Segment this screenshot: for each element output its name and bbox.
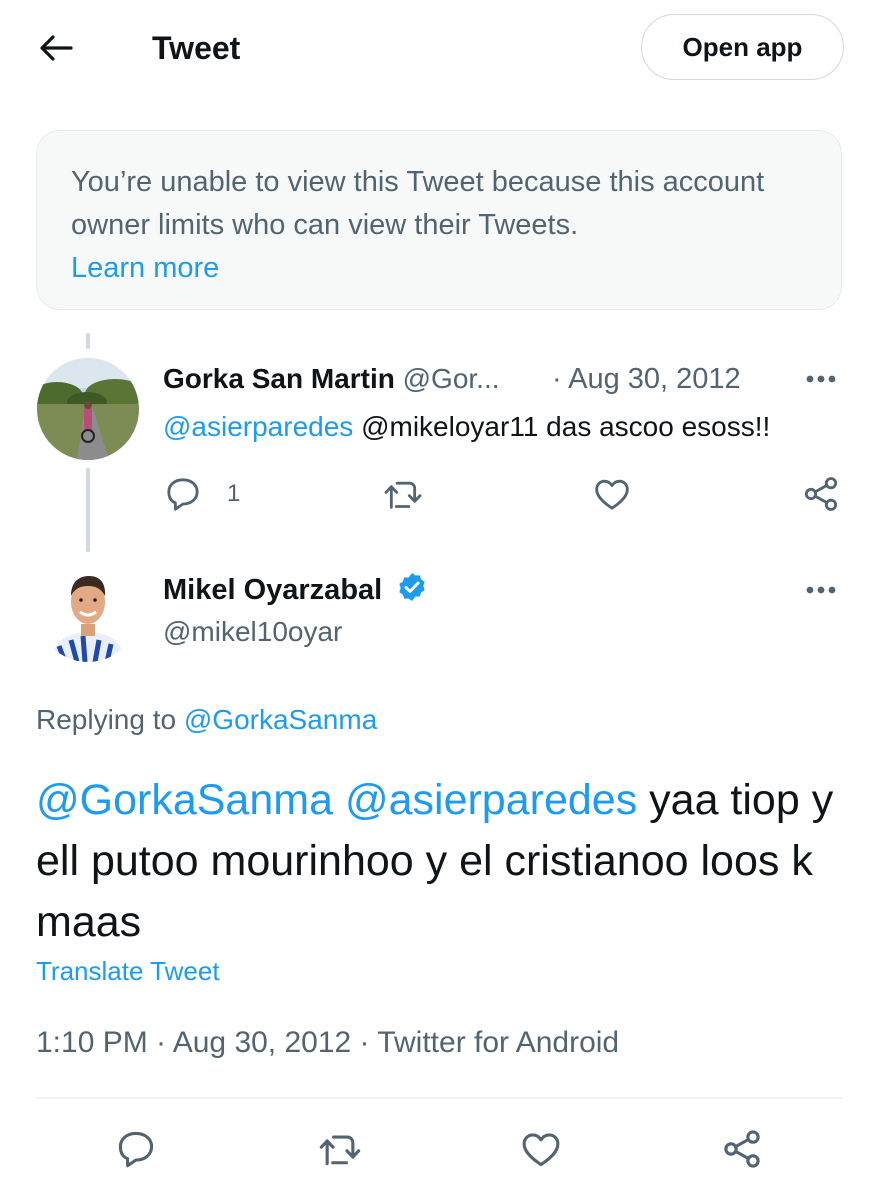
open-app-button[interactable]: Open app — [641, 14, 844, 80]
main-mention-1[interactable]: @GorkaSanma — [36, 776, 333, 824]
reply-author-name[interactable]: Gorka San Martin — [163, 363, 395, 394]
reply-retweet-button[interactable] — [383, 474, 423, 514]
divider — [36, 1097, 842, 1099]
reply-body: @mikeloyar11 das ascoo esoss!! — [353, 411, 771, 442]
main-retweet-button[interactable] — [318, 1127, 362, 1171]
reply-author-handle[interactable]: @Gor... — [403, 363, 500, 394]
replying-to-prefix: Replying to — [36, 704, 184, 735]
translate-tweet-link[interactable]: Translate Tweet — [36, 955, 220, 987]
main-mention-2[interactable]: @asierparedes — [345, 776, 637, 824]
learn-more-link[interactable]: Learn more — [71, 247, 807, 290]
verified-badge-icon — [396, 571, 428, 612]
main-author-row: Mikel Oyarzabal — [163, 571, 428, 612]
replying-to-handle[interactable]: @GorkaSanma — [184, 704, 377, 735]
reply-like-button[interactable] — [592, 474, 632, 514]
reply-more-button[interactable] — [801, 369, 841, 389]
avatar-mikel[interactable] — [37, 560, 139, 662]
main-reply-button[interactable] — [114, 1127, 158, 1171]
main-tweet-text: @GorkaSanma @asierparedes yaa tiop y ell… — [36, 770, 836, 953]
main-author-name[interactable]: Mikel Oyarzabal — [163, 574, 382, 606]
reply-mention[interactable]: @asierparedes — [163, 411, 353, 442]
top-bar: Tweet Open app — [0, 0, 877, 96]
comment-icon — [118, 1131, 154, 1168]
more-dots-icon — [806, 586, 836, 594]
avatar-gorka[interactable] — [37, 358, 139, 460]
heart-icon — [595, 479, 629, 510]
main-author-handle[interactable]: @mikel10oyar — [163, 615, 342, 649]
share-icon — [804, 477, 838, 511]
reply-count: 1 — [227, 480, 241, 507]
main-share-button[interactable] — [720, 1127, 764, 1171]
reply-tweet-date[interactable]: · Aug 30, 2012 — [552, 362, 741, 396]
tweet-timestamp[interactable]: 1:10 PM · Aug 30, 2012 · Twitter for And… — [36, 1024, 619, 1062]
thread-line-bottom — [86, 468, 90, 552]
retweet-icon — [384, 481, 422, 509]
more-dots-icon — [806, 375, 836, 383]
main-like-button[interactable] — [519, 1127, 563, 1171]
avatar-photo-icon — [37, 560, 139, 662]
page-title: Tweet — [152, 30, 241, 66]
replying-to: Replying to @GorkaSanma — [36, 702, 377, 738]
avatar-photo-icon — [37, 358, 139, 460]
back-arrow-icon — [40, 35, 73, 61]
comment-icon — [167, 478, 199, 511]
restricted-tweet-notice: You’re unable to view this Tweet because… — [36, 130, 842, 310]
share-icon — [724, 1130, 760, 1168]
reply-reply-button[interactable]: 1 — [163, 474, 240, 514]
back-button[interactable] — [34, 26, 78, 70]
heart-icon — [522, 1133, 560, 1167]
reply-share-button[interactable] — [801, 474, 841, 514]
notice-text: You’re unable to view this Tweet because… — [71, 166, 765, 241]
reply-tweet-header: Gorka San Martin @Gor... — [163, 362, 500, 396]
main-more-button[interactable] — [801, 580, 841, 600]
retweet-icon — [319, 1135, 361, 1166]
reply-tweet-text: @asierparedes @mikeloyar11 das ascoo eso… — [163, 409, 770, 445]
thread-line-top — [86, 333, 90, 349]
